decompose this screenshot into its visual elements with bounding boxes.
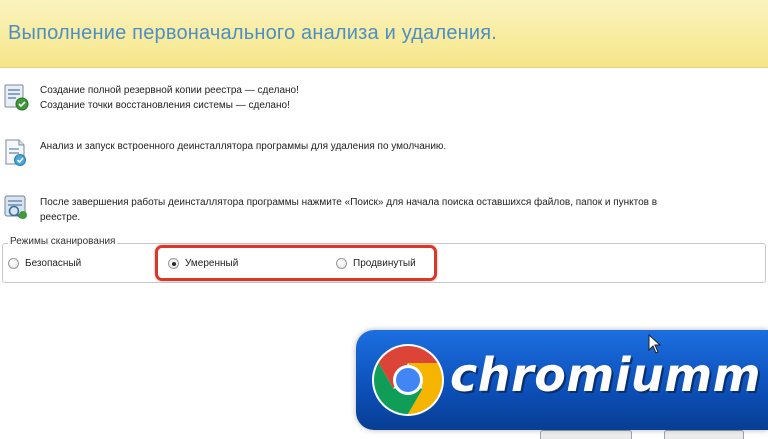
step-text: После завершения работы деинсталлятора п… (40, 195, 740, 225)
step-text: Анализ и запуск встроенного деинсталлято… (40, 139, 740, 154)
step-uninstaller: Анализ и запуск встроенного деинсталлято… (0, 135, 768, 171)
step-line: После завершения работы деинсталлятора п… (40, 197, 658, 208)
page-title: Выполнение первоначального анализа и уда… (8, 22, 498, 44)
scan-modes-legend: Режимы сканирования (8, 236, 118, 247)
step-search-leftovers: После завершения работы деинсталлятора п… (0, 192, 768, 228)
step-line: Анализ и запуск встроенного деинсталлято… (40, 141, 447, 152)
wizard-header: Выполнение первоначального анализа и уда… (0, 0, 768, 68)
radio-safe-label: Безопасный (25, 258, 82, 269)
mouse-cursor-icon (648, 333, 662, 354)
step-text: Создание полной резервной копии реестра … (40, 83, 740, 113)
radio-safe-dot[interactable] (8, 258, 19, 269)
registry-backup-icon (2, 82, 30, 112)
watermark-banner: chromiumm (356, 330, 768, 430)
step-line: реестре. (40, 212, 81, 223)
watermark-text: chromiumm (450, 348, 762, 402)
search-leftovers-icon (2, 192, 30, 222)
bottom-button-right[interactable] (664, 430, 744, 439)
highlight-annotation (155, 245, 437, 281)
step-line: Создание точки восстановления системы — … (40, 100, 290, 111)
step-registry-backup: Создание полной резервной копии реестра … (0, 80, 768, 116)
radio-safe[interactable]: Безопасный (8, 258, 81, 269)
uninstaller-check-icon (2, 137, 30, 167)
step-line: Создание полной резервной копии реестра … (40, 85, 299, 96)
chrome-logo-icon (368, 340, 448, 420)
bottom-button-left[interactable] (540, 430, 632, 439)
